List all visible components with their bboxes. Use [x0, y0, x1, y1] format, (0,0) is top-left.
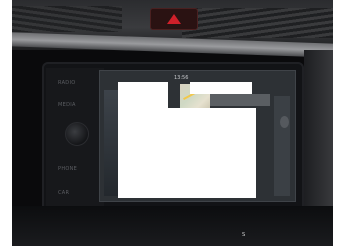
side-label-radio: RADIO: [58, 80, 76, 86]
hazard-icon: [167, 14, 181, 24]
hazard-button: [150, 8, 198, 30]
right-side-button: [280, 116, 289, 128]
side-label-phone: PHONE: [58, 166, 78, 172]
right-trim-panel: [304, 50, 333, 210]
right-air-vent: [182, 8, 333, 38]
dashboard-photo: RADIO MEDIA PHONE CAR 13:56 S: [12, 0, 333, 246]
redaction-box-main: [118, 82, 168, 198]
center-console: [12, 206, 333, 246]
screen-grey-panel: [210, 94, 270, 106]
side-label-car: CAR: [58, 190, 70, 196]
console-marking: S: [242, 232, 246, 238]
left-air-vent: [12, 6, 122, 32]
screen-right-edge: [274, 96, 290, 196]
side-label-media: MEDIA: [58, 102, 76, 108]
redaction-box-top: [190, 82, 252, 94]
screen-clock: 13:56: [174, 75, 189, 81]
redaction-box-lower: [162, 108, 256, 198]
volume-knob: [65, 122, 89, 146]
